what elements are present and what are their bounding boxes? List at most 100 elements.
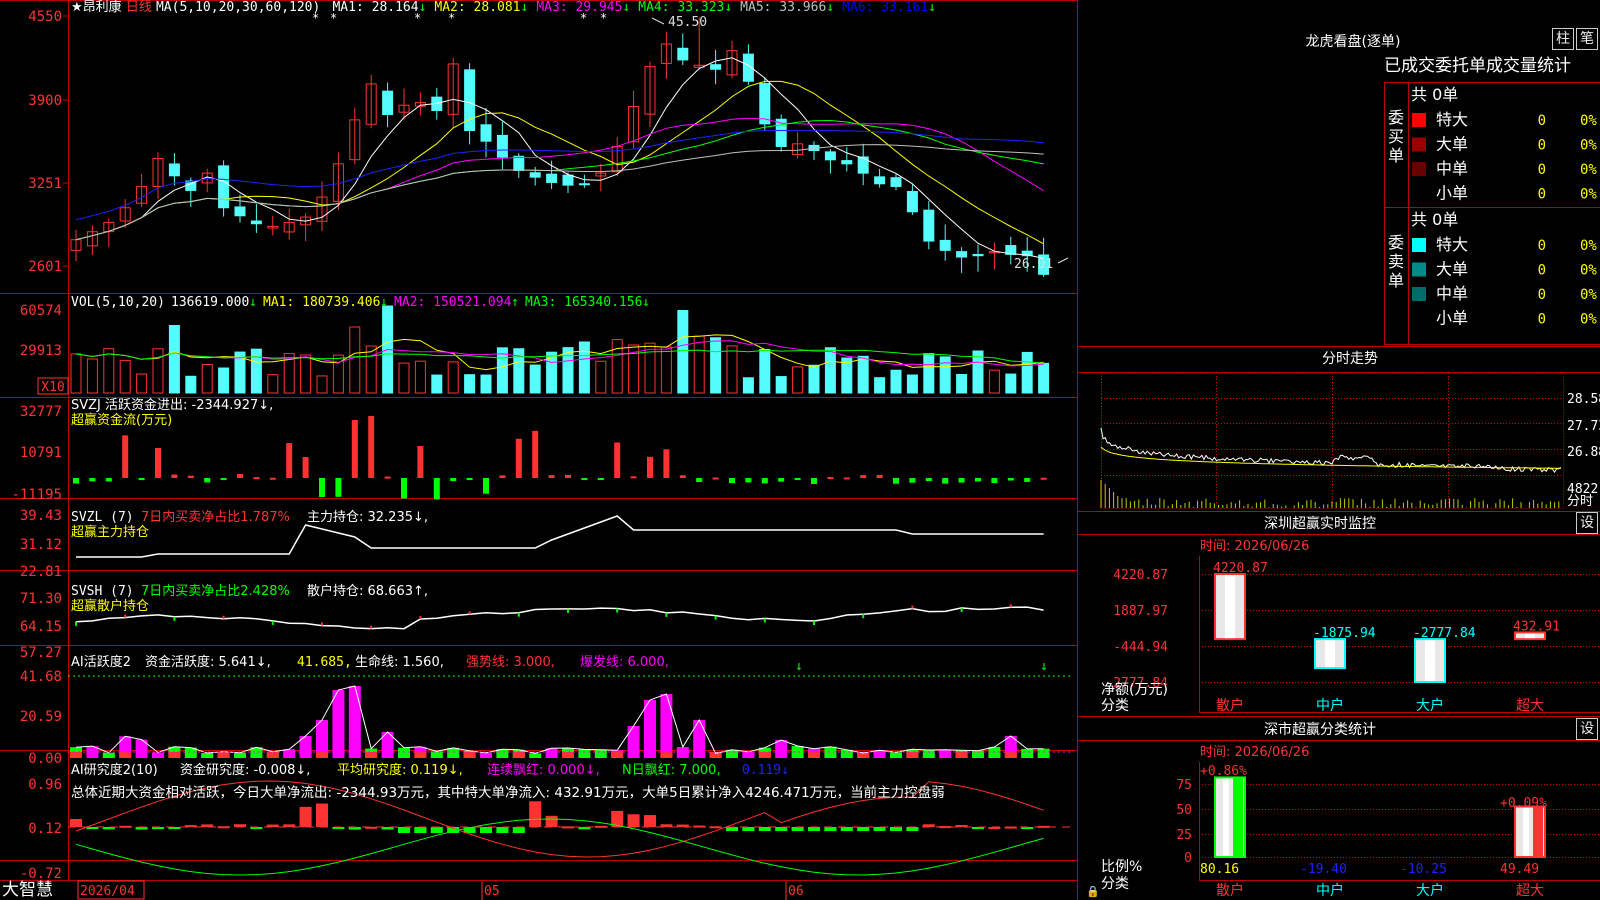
activity-bar[interactable] [627,726,640,758]
research-bar[interactable] [398,827,410,833]
fund-flow-bar[interactable] [565,474,571,478]
research-bar[interactable] [644,815,656,827]
activity-bar[interactable] [234,752,246,758]
period-label[interactable]: 日线 [126,0,152,15]
volume-bar[interactable] [86,358,98,394]
monitor-settings-button[interactable]: 设 [1576,512,1598,534]
fund-flow-bar[interactable] [761,478,768,484]
fund-flow-bar[interactable] [302,457,309,478]
fund-flow-bar[interactable] [269,477,276,480]
volume-bar[interactable] [136,373,148,394]
volume-bar[interactable] [578,341,590,394]
candle[interactable] [972,253,984,257]
research-bar[interactable] [726,827,738,831]
research-bar[interactable] [775,827,788,831]
candle[interactable] [677,47,689,61]
fund-flow-bar[interactable] [778,478,785,482]
research-bar[interactable] [857,827,870,831]
volume-bar[interactable] [890,369,902,394]
candle[interactable] [939,239,951,251]
candle[interactable] [480,124,492,142]
research-bar[interactable] [480,827,492,833]
candle[interactable] [906,190,918,213]
volume-bar[interactable] [792,366,804,394]
fund-flow-bar[interactable] [515,438,522,478]
activity-bar[interactable] [890,752,902,758]
fund-flow-bar[interactable] [745,478,752,483]
volume-bar[interactable] [218,367,230,394]
fund-flow-bar[interactable] [679,475,686,478]
fund-flow-bar[interactable] [696,478,703,483]
fund-flow-bar[interactable] [253,477,260,480]
volume-bar[interactable] [1038,362,1050,394]
fund-flow-bar[interactable] [417,446,424,478]
volume-bar[interactable] [480,374,492,394]
activity-bar[interactable] [660,694,673,758]
fund-flow-bar[interactable] [991,478,998,484]
research-bar[interactable] [742,827,755,831]
fund-flow-bar[interactable] [532,430,539,478]
research-bar[interactable] [545,815,558,827]
star-icon[interactable]: ★ [71,0,83,15]
candle[interactable] [923,209,935,242]
bar-mode-button[interactable]: 柱 [1552,28,1574,50]
fund-flow-bar[interactable] [1024,478,1031,482]
fund-flow-bar[interactable] [483,478,489,494]
class-settings-button[interactable]: 设 [1576,718,1598,740]
activity-bar[interactable] [447,747,460,758]
research-bar[interactable] [414,827,427,833]
research-bar[interactable] [70,819,82,827]
activity-bar[interactable] [201,752,214,758]
fund-flow-bar[interactable] [876,474,883,478]
fund-flow-bar[interactable] [794,478,801,480]
candle[interactable] [562,174,574,186]
volume-bar[interactable] [152,348,164,394]
activity-bar[interactable] [430,751,443,758]
candle[interactable] [710,64,722,70]
volume-bar[interactable] [759,348,771,394]
volume-bar[interactable] [168,325,180,394]
research-bar[interactable] [512,827,525,833]
volume-bar[interactable] [644,342,656,394]
candle[interactable] [513,155,525,171]
fund-flow-bar[interactable] [1040,477,1047,480]
research-bar[interactable] [316,803,328,827]
activity-bar[interactable] [480,752,492,758]
volume-bar[interactable] [562,347,574,394]
fund-flow-bar[interactable] [975,478,981,482]
candle[interactable] [218,165,230,209]
volume-bar[interactable] [447,361,459,394]
volume-bar[interactable] [939,356,951,394]
volume-bar[interactable] [349,326,361,394]
activity-bar[interactable] [102,752,115,758]
candle[interactable] [956,251,968,258]
volume-bar[interactable] [119,359,131,394]
volume-bar[interactable] [70,353,82,394]
volume-bar[interactable] [742,377,754,394]
candle[interactable] [382,90,394,116]
volume-bar[interactable] [808,364,820,394]
volume-bar[interactable] [529,364,541,394]
fund-flow-bar[interactable] [89,478,96,482]
volume-bar[interactable] [250,348,262,394]
research-bar[interactable] [873,827,886,831]
volume-bar[interactable] [398,362,410,394]
activity-bar[interactable] [939,749,952,758]
activity-bar[interactable] [332,690,345,758]
volume-bar[interactable] [660,346,672,394]
research-bar[interactable] [906,827,919,831]
fund-flow-bar[interactable] [286,443,293,478]
activity-bar[interactable] [742,751,755,758]
volume-bar[interactable] [824,347,836,394]
tick-mode-button[interactable]: 笔 [1576,28,1598,50]
fund-flow-bar[interactable] [811,478,817,484]
fund-flow-bar[interactable] [466,478,473,480]
fund-flow-bar[interactable] [712,477,719,480]
fund-flow-bar[interactable] [433,478,440,500]
activity-bar[interactable] [578,749,591,758]
research-bar[interactable] [791,827,804,831]
candle[interactable] [874,176,886,185]
research-bar[interactable] [824,827,837,831]
fund-flow-bar[interactable] [351,420,358,478]
volume-bar[interactable] [201,364,213,394]
